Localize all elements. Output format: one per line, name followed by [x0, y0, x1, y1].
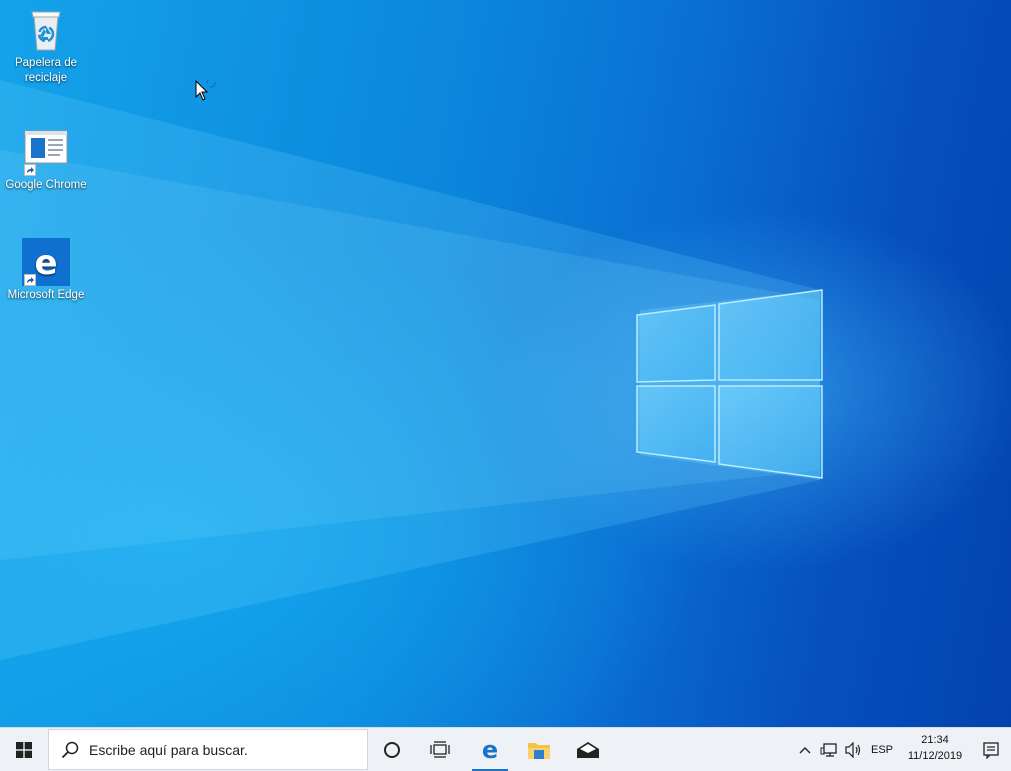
clock[interactable]: 21:34 11/12/2019 — [900, 732, 970, 764]
search-icon — [61, 741, 79, 758]
svg-text:e: e — [34, 243, 57, 283]
taskbar: Escribe aquí para buscar. e ESP 21:34 11… — [0, 727, 1011, 771]
start-button[interactable] — [0, 728, 48, 771]
windows-logo-icon — [16, 741, 32, 758]
taskbar-file-explorer-button[interactable] — [517, 728, 561, 771]
show-hidden-icons-button[interactable] — [794, 728, 816, 771]
chrome-icon — [22, 128, 70, 176]
volume-icon — [845, 741, 861, 758]
desktop-icon-label: Microsoft Edge — [7, 289, 85, 301]
network-icon — [820, 742, 837, 757]
search-placeholder: Escribe aquí para buscar. — [89, 741, 248, 758]
cortana-icon — [384, 741, 400, 758]
shortcut-arrow-icon — [24, 274, 36, 286]
recycle-bin-icon — [22, 6, 70, 54]
clock-time: 21:34 — [921, 734, 949, 746]
cortana-button[interactable] — [370, 728, 414, 771]
desktop-icon-label: Papelera de reciclaje — [14, 57, 78, 84]
network-button[interactable] — [817, 728, 841, 771]
svg-text:e: e — [482, 738, 498, 762]
edge-icon: e — [482, 738, 498, 762]
input-language-indicator[interactable]: ESP — [866, 728, 898, 771]
windows-logo-wallpaper-icon — [636, 289, 823, 479]
mail-icon — [577, 741, 599, 758]
desktop-icon-edge[interactable]: e Microsoft Edge — [0, 238, 92, 303]
taskbar-mail-button[interactable] — [566, 728, 610, 771]
edge-icon: e — [22, 238, 70, 286]
taskbar-edge-button[interactable]: e — [468, 728, 512, 771]
chevron-up-icon — [799, 746, 811, 753]
action-center-button[interactable] — [976, 728, 1006, 771]
clock-date: 11/12/2019 — [907, 750, 963, 762]
search-box[interactable]: Escribe aquí para buscar. — [48, 729, 368, 770]
mouse-cursor-icon — [195, 78, 219, 108]
desktop-icon-recycle-bin[interactable]: Papelera de reciclaje — [0, 6, 92, 86]
task-view-button[interactable] — [418, 728, 462, 771]
shortcut-arrow-icon — [24, 164, 36, 176]
task-view-icon — [430, 740, 450, 758]
volume-button[interactable] — [843, 728, 865, 771]
file-explorer-icon — [528, 742, 550, 759]
notification-icon — [983, 741, 999, 759]
desktop: Papelera de reciclaje Google Chrome e Mi… — [0, 0, 1011, 727]
light-beams — [0, 80, 820, 660]
desktop-icon-label: Google Chrome — [5, 179, 87, 191]
desktop-icon-chrome[interactable]: Google Chrome — [0, 128, 92, 193]
